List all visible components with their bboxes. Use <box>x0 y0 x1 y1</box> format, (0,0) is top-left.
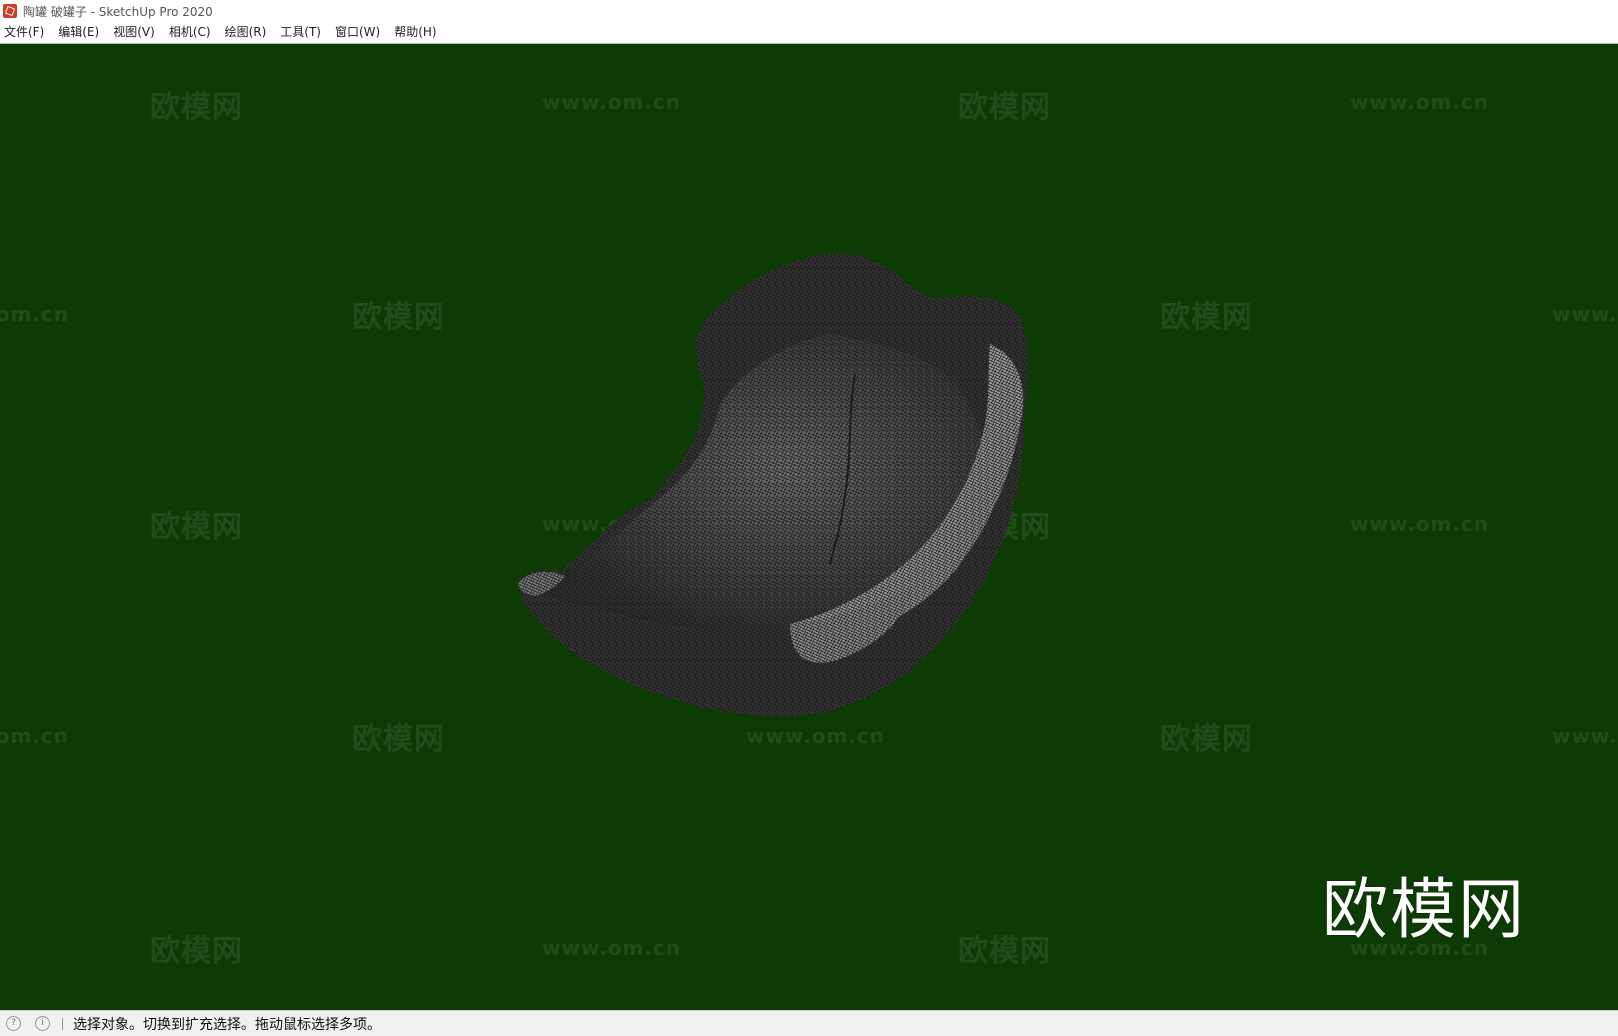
status-bar: ? i 选择对象。切换到扩充选择。拖动鼠标选择多项。 <box>0 1010 1618 1036</box>
geo-location-icon[interactable]: ? <box>6 1016 21 1031</box>
watermark-logo: 欧模网 <box>1322 871 1526 948</box>
menu-edit[interactable]: 编辑(E) <box>51 22 106 43</box>
menu-bar: 文件(F) 编辑(E) 视图(V) 相机(C) 绘图(R) 工具(T) 窗口(W… <box>0 22 1618 44</box>
status-divider <box>62 1017 63 1030</box>
menu-draw[interactable]: 绘图(R) <box>218 22 274 43</box>
window-title: 陶罐 破罐子 - SketchUp Pro 2020 <box>23 4 213 19</box>
menu-tools[interactable]: 工具(T) <box>273 22 328 43</box>
menu-file[interactable]: 文件(F) <box>0 22 51 43</box>
status-message: 选择对象。切换到扩充选择。拖动鼠标选择多项。 <box>73 1016 381 1033</box>
title-bar: 陶罐 破罐子 - SketchUp Pro 2020 <box>0 0 1618 22</box>
sketchup-logo-icon <box>3 4 17 18</box>
3d-viewport[interactable]: 欧模网 www.om.cn 欧模网 www.om.cn www.om.cn 欧模… <box>0 44 1618 1010</box>
menu-help[interactable]: 帮助(H) <box>387 22 443 43</box>
menu-camera[interactable]: 相机(C) <box>162 22 218 43</box>
menu-window[interactable]: 窗口(W) <box>328 22 387 43</box>
menu-view[interactable]: 视图(V) <box>106 22 162 43</box>
info-icon[interactable]: i <box>35 1016 50 1031</box>
